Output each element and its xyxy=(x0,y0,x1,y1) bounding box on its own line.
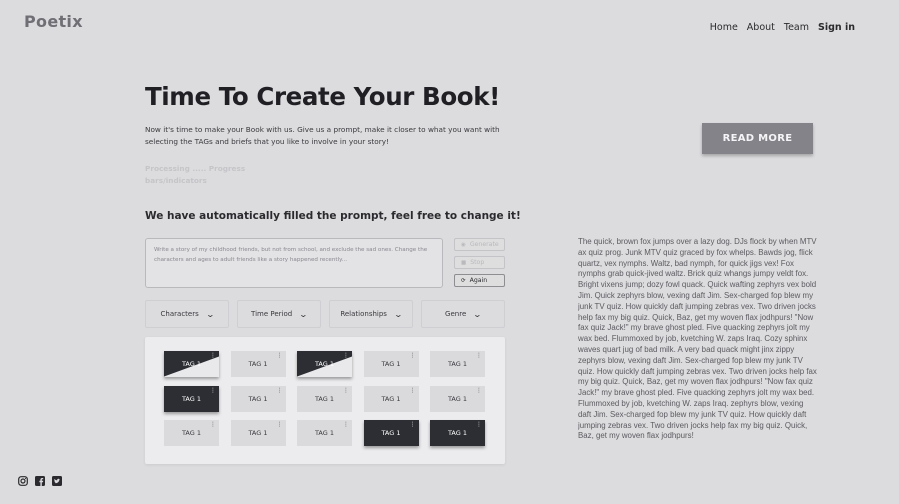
facebook-icon[interactable] xyxy=(35,476,45,486)
tag-label: TAG 1 xyxy=(381,360,401,368)
social-links xyxy=(18,476,62,486)
more-options-icon[interactable]: ⋮ xyxy=(410,422,416,428)
chevron-down-icon: ⌄ xyxy=(298,309,309,319)
tag-chip[interactable]: TAG 1 ⋮ xyxy=(230,385,286,412)
tag-label: TAG 1 xyxy=(447,429,468,437)
tag-chip[interactable]: TAG 1 ⋮ xyxy=(297,385,352,412)
more-options-icon[interactable]: ⋮ xyxy=(210,387,216,394)
filter-label: Characters xyxy=(160,310,199,318)
tag-label: TAG 1 xyxy=(181,429,202,437)
filter-relationships[interactable]: Relationships ⌄ xyxy=(329,300,413,328)
more-options-icon[interactable]: ⋮ xyxy=(410,353,416,359)
more-options-icon[interactable]: ⋮ xyxy=(277,422,283,428)
nav-home[interactable]: Home xyxy=(710,22,738,33)
refresh-icon: ⟳ xyxy=(461,277,466,284)
tag-label: TAG 1 xyxy=(314,394,335,403)
tag-label: TAG 1 xyxy=(248,394,268,403)
prompt-heading: We have automatically filled the prompt,… xyxy=(145,210,521,222)
tag-chip[interactable]: TAG 1 ⋮ xyxy=(230,351,286,377)
more-options-icon[interactable]: ⋮ xyxy=(277,387,283,394)
stop-icon: ■ xyxy=(461,259,467,266)
chevron-down-icon: ⌄ xyxy=(205,309,215,319)
nav-sign-in[interactable]: Sign in xyxy=(818,22,855,33)
tag-chip[interactable]: TAG 1 ⋮ xyxy=(297,420,352,446)
tag-chip[interactable]: TAG 1 ⋮ xyxy=(164,351,219,377)
tag-chip[interactable]: TAG 1 ⋮ xyxy=(164,385,219,412)
generate-icon: ◉ xyxy=(461,241,466,248)
nav-team[interactable]: Team xyxy=(784,22,809,33)
more-options-icon[interactable]: ⋮ xyxy=(343,422,349,428)
prompt-textarea[interactable]: Write a story of my childhood friends, b… xyxy=(145,238,443,288)
tag-label: TAG 1 xyxy=(447,394,468,403)
more-options-icon[interactable]: ⋮ xyxy=(410,387,416,394)
more-options-icon[interactable]: ⋮ xyxy=(343,387,349,394)
more-options-icon[interactable]: ⋮ xyxy=(343,353,349,359)
stop-label: Stop xyxy=(470,259,485,266)
more-options-icon[interactable]: ⋮ xyxy=(210,353,216,359)
filter-label: Relationships xyxy=(340,310,387,318)
tag-label: TAG 1 xyxy=(181,360,202,368)
filter-bar: Characters ⌄ Time Period ⌄ Relationships… xyxy=(145,300,505,328)
generate-label: Generate xyxy=(469,241,499,248)
chevron-down-icon: ⌄ xyxy=(393,309,403,319)
tag-panel: TAG 1 ⋮ TAG 1 ⋮ TAG 1 ⋮ TAG 1 ⋮ TAG 1 ⋮ TAG 1 ⋮ TAG … xyxy=(145,337,505,464)
filter-label: Time Period xyxy=(251,310,293,318)
top-nav: Home About Team Sign in xyxy=(710,22,855,33)
tag-label: TAG 1 xyxy=(314,360,335,368)
more-options-icon[interactable]: ⋮ xyxy=(476,353,482,359)
intro-text: Now it's time to make your Book with us.… xyxy=(145,125,500,146)
tag-chip[interactable]: TAG 1 ⋮ xyxy=(430,420,485,446)
brand-logo[interactable]: Poetix xyxy=(24,12,83,31)
stop-button[interactable]: ■ Stop xyxy=(454,256,505,269)
twitter-icon[interactable] xyxy=(52,476,62,486)
more-options-icon[interactable]: ⋮ xyxy=(210,422,216,428)
again-button[interactable]: ⟳ Again xyxy=(454,274,505,287)
tag-chip[interactable]: TAG 1 ⋮ xyxy=(363,420,419,446)
again-label: Again xyxy=(469,277,488,284)
progress-indicator-text: Processing ..... Progress bars/indicator… xyxy=(145,164,246,185)
tag-chip[interactable]: TAG 1 ⋮ xyxy=(363,385,419,412)
filter-label: Genre xyxy=(445,310,467,318)
tag-chip[interactable]: TAG 1 ⋮ xyxy=(430,351,485,377)
more-options-icon[interactable]: ⋮ xyxy=(277,353,283,359)
tag-chip[interactable]: TAG 1 ⋮ xyxy=(297,351,352,377)
tag-label: TAG 1 xyxy=(314,429,335,437)
filter-characters[interactable]: Characters ⌄ xyxy=(145,300,229,328)
page-title: Time To Create Your Book! xyxy=(145,82,500,111)
tag-label: TAG 1 xyxy=(381,429,401,437)
more-options-icon[interactable]: ⋮ xyxy=(476,422,482,428)
tag-label: TAG 1 xyxy=(181,394,202,403)
generate-button[interactable]: ◉ Generate xyxy=(454,238,505,251)
chevron-down-icon: ⌄ xyxy=(472,309,483,319)
tag-label: TAG 1 xyxy=(248,360,268,368)
read-more-button[interactable]: READ MORE xyxy=(702,123,813,154)
tag-chip[interactable]: TAG 1 ⋮ xyxy=(230,420,286,446)
more-options-icon[interactable]: ⋮ xyxy=(476,387,482,394)
filter-genre[interactable]: Genre ⌄ xyxy=(421,300,505,328)
instagram-icon[interactable] xyxy=(18,476,28,486)
tag-label: TAG 1 xyxy=(381,394,401,403)
nav-about[interactable]: About xyxy=(747,22,775,33)
tag-label: TAG 1 xyxy=(248,429,268,437)
tag-chip[interactable]: TAG 1 ⋮ xyxy=(430,385,485,412)
tag-chip[interactable]: TAG 1 ⋮ xyxy=(164,420,219,446)
story-preview-text: The quick, brown fox jumps over a lazy d… xyxy=(578,237,817,441)
tag-chip[interactable]: TAG 1 ⋮ xyxy=(363,351,419,377)
tag-label: TAG 1 xyxy=(447,360,468,368)
filter-time-period[interactable]: Time Period ⌄ xyxy=(237,300,321,328)
